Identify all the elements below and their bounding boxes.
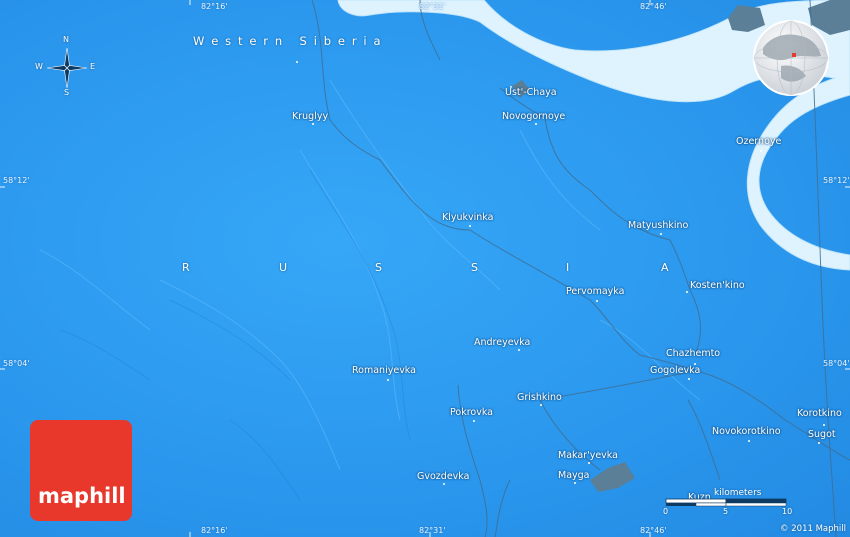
place-marker <box>469 225 471 227</box>
place-marker <box>296 61 298 63</box>
map-canvas[interactable]: 82°16' 82°31' 82°46' 82°16' 82°31' 82°46… <box>0 0 850 537</box>
compass-s: S <box>64 88 70 97</box>
lat-left-1: 58°12' <box>3 176 30 185</box>
place-marker <box>688 378 690 380</box>
lat-right-1: 58°12' <box>823 176 850 185</box>
place-marker <box>540 404 542 406</box>
place-gvozdevka[interactable]: Gvozdevka <box>417 471 469 482</box>
compass-w: W <box>35 62 43 71</box>
compass-e: E <box>90 62 96 71</box>
place-marker <box>588 462 590 464</box>
lon-bottom-1: 82°16' <box>201 526 228 535</box>
place-chazhemto[interactable]: Chazhemto <box>666 348 720 359</box>
place-klyukvinka[interactable]: Klyukvinka <box>442 212 493 223</box>
globe-inset-icon <box>753 20 829 96</box>
place-marker <box>574 482 576 484</box>
place-novokorotkino[interactable]: Novokorotkino <box>712 426 781 437</box>
place-makaryevka[interactable]: Makar'yevka <box>558 450 618 461</box>
scale-tick: 10 <box>782 507 793 516</box>
place-mayga[interactable]: Mayga <box>558 470 590 481</box>
place-korotkino[interactable]: Korotkino <box>797 408 842 419</box>
lat-left-2: 58°04' <box>3 359 30 368</box>
place-andreyevka[interactable]: Andreyevka <box>474 337 530 348</box>
scale-bar <box>665 498 787 507</box>
place-pervomayka[interactable]: Pervomayka <box>566 286 624 297</box>
country-letter: R <box>182 261 190 274</box>
lon-top-3: 82°46' <box>640 2 667 11</box>
country-letter: S <box>471 261 478 274</box>
place-kostenkino[interactable]: Kosten'kino <box>690 280 745 291</box>
scale-label: kilometers <box>714 488 762 498</box>
place-marker <box>518 349 520 351</box>
lon-bottom-3: 82°46' <box>640 526 667 535</box>
country-letter: I <box>566 261 570 274</box>
place-kruglyy[interactable]: Kruglyy <box>292 111 328 122</box>
place-marker <box>473 420 475 422</box>
place-romaniyevka[interactable]: Romaniyevka <box>352 365 416 376</box>
lon-top-2: 82°31' <box>419 2 446 11</box>
country-letter: U <box>279 261 288 274</box>
place-marker <box>660 233 662 235</box>
lake-mayga <box>590 462 635 492</box>
country-letter: S <box>375 261 382 274</box>
place-pokrovka[interactable]: Pokrovka <box>450 407 493 418</box>
place-grishkino[interactable]: Grishkino <box>517 392 562 403</box>
place-gogolevka[interactable]: Gogolevka <box>650 365 700 376</box>
compass-n: N <box>63 35 69 44</box>
maphill-logo[interactable]: maphill <box>30 420 132 521</box>
lon-top-1: 82°16' <box>201 2 228 11</box>
place-marker <box>596 300 598 302</box>
place-ust-chaya[interactable]: Ust'-Chaya <box>505 87 557 98</box>
place-marker <box>686 291 688 293</box>
place-matyushkino[interactable]: Matyushkino <box>628 220 688 231</box>
place-marker <box>760 150 762 152</box>
place-marker <box>387 379 389 381</box>
lon-bottom-2: 82°31' <box>419 526 446 535</box>
country-letter: A <box>661 261 669 274</box>
place-novogornoye[interactable]: Novogornoye <box>502 111 565 122</box>
place-marker <box>443 483 445 485</box>
place-marker <box>312 123 314 125</box>
place-marker <box>748 440 750 442</box>
place-ozernoye[interactable]: Ozernoye <box>736 136 781 147</box>
place-marker <box>818 442 820 444</box>
logo-text: maphill <box>38 484 126 508</box>
scale-tick: 5 <box>723 507 729 516</box>
scale-tick: 0 <box>663 507 669 516</box>
compass-rose-icon <box>47 48 87 88</box>
place-marker <box>823 424 825 426</box>
place-marker <box>535 123 537 125</box>
place-sugot[interactable]: Sugot <box>808 429 836 440</box>
region-label: W e s t e r n S i b e r i a <box>193 34 383 48</box>
lat-right-2: 58°04' <box>823 359 850 368</box>
copyright: © 2011 Maphill <box>780 524 846 534</box>
